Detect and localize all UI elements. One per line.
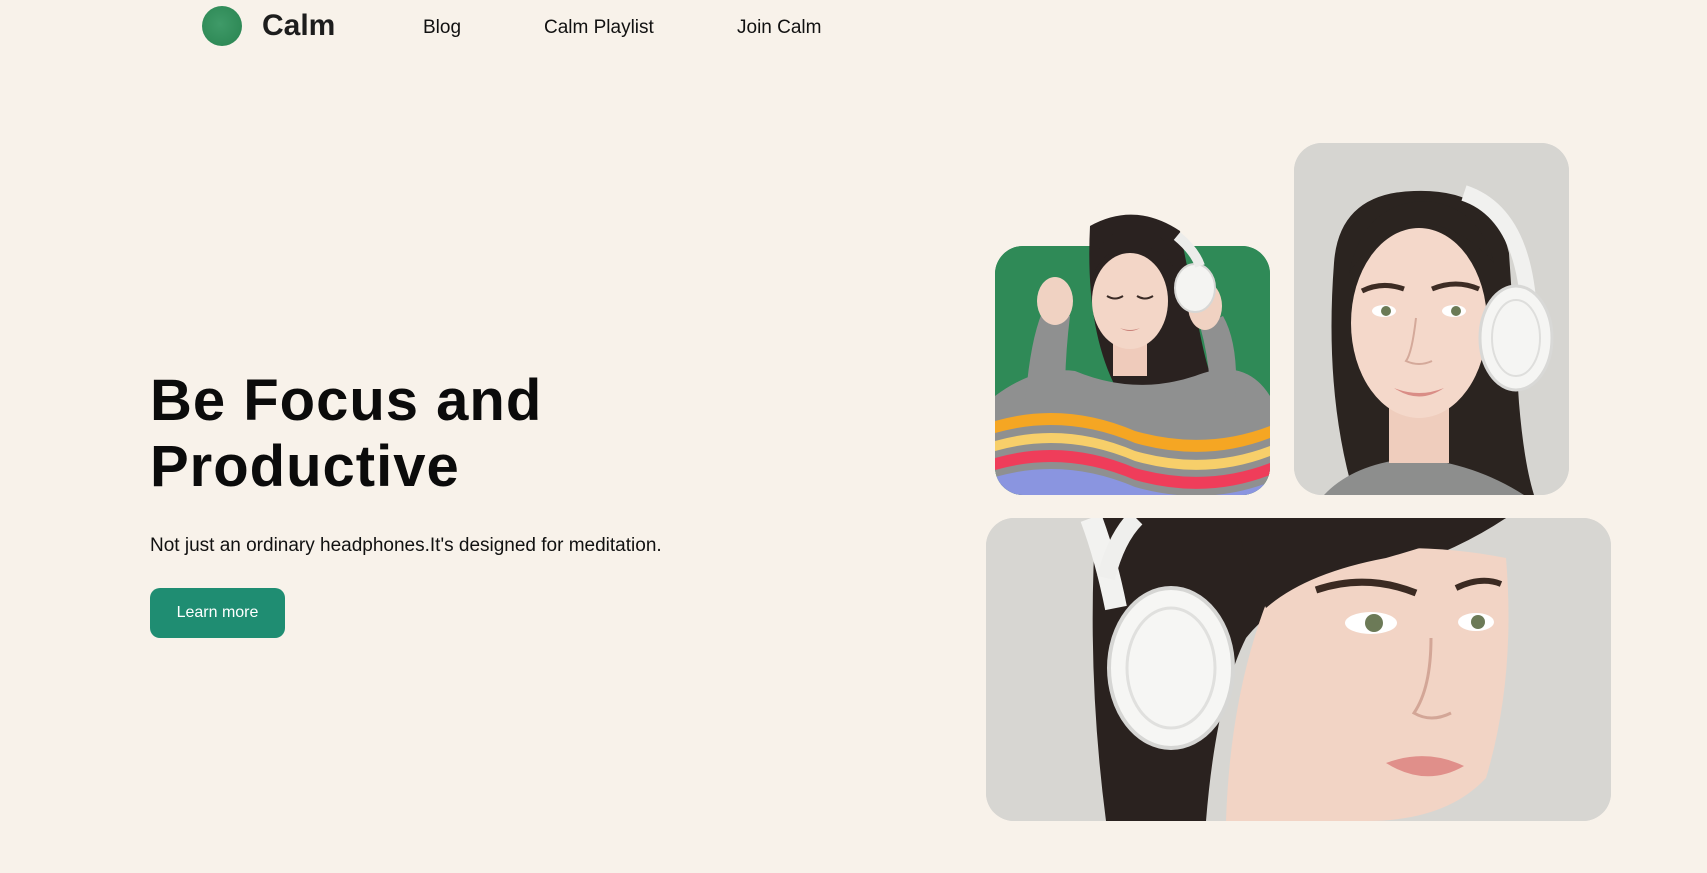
logo-circle-icon[interactable] [202, 6, 242, 46]
hero-title-line-2: Productive [150, 434, 460, 499]
hero-subtitle: Not just an ordinary headphones.It's des… [150, 535, 662, 556]
woman-closeup-illustration [986, 518, 1611, 821]
landing-page: Calm Blog Calm Playlist Join Calm Be Foc… [0, 0, 1707, 873]
navbar: Calm Blog Calm Playlist Join Calm [0, 0, 1707, 56]
hero-title: Be Focus and Productive [150, 368, 770, 500]
nav-link-join-calm[interactable]: Join Calm [737, 17, 821, 39]
woman-portrait-illustration [1294, 143, 1569, 495]
nav-link-blog[interactable]: Blog [423, 17, 461, 39]
brand-name[interactable]: Calm [262, 9, 335, 43]
nav-link-calm-playlist[interactable]: Calm Playlist [544, 17, 654, 39]
image-woman-gray-sweater [995, 214, 1270, 495]
image-woman-closeup [986, 518, 1611, 821]
image-woman-portrait [1294, 143, 1569, 495]
hero-title-line-1: Be Focus and [150, 368, 543, 433]
woman-sweater-illustration [995, 214, 1270, 495]
learn-more-button[interactable]: Learn more [150, 588, 285, 638]
